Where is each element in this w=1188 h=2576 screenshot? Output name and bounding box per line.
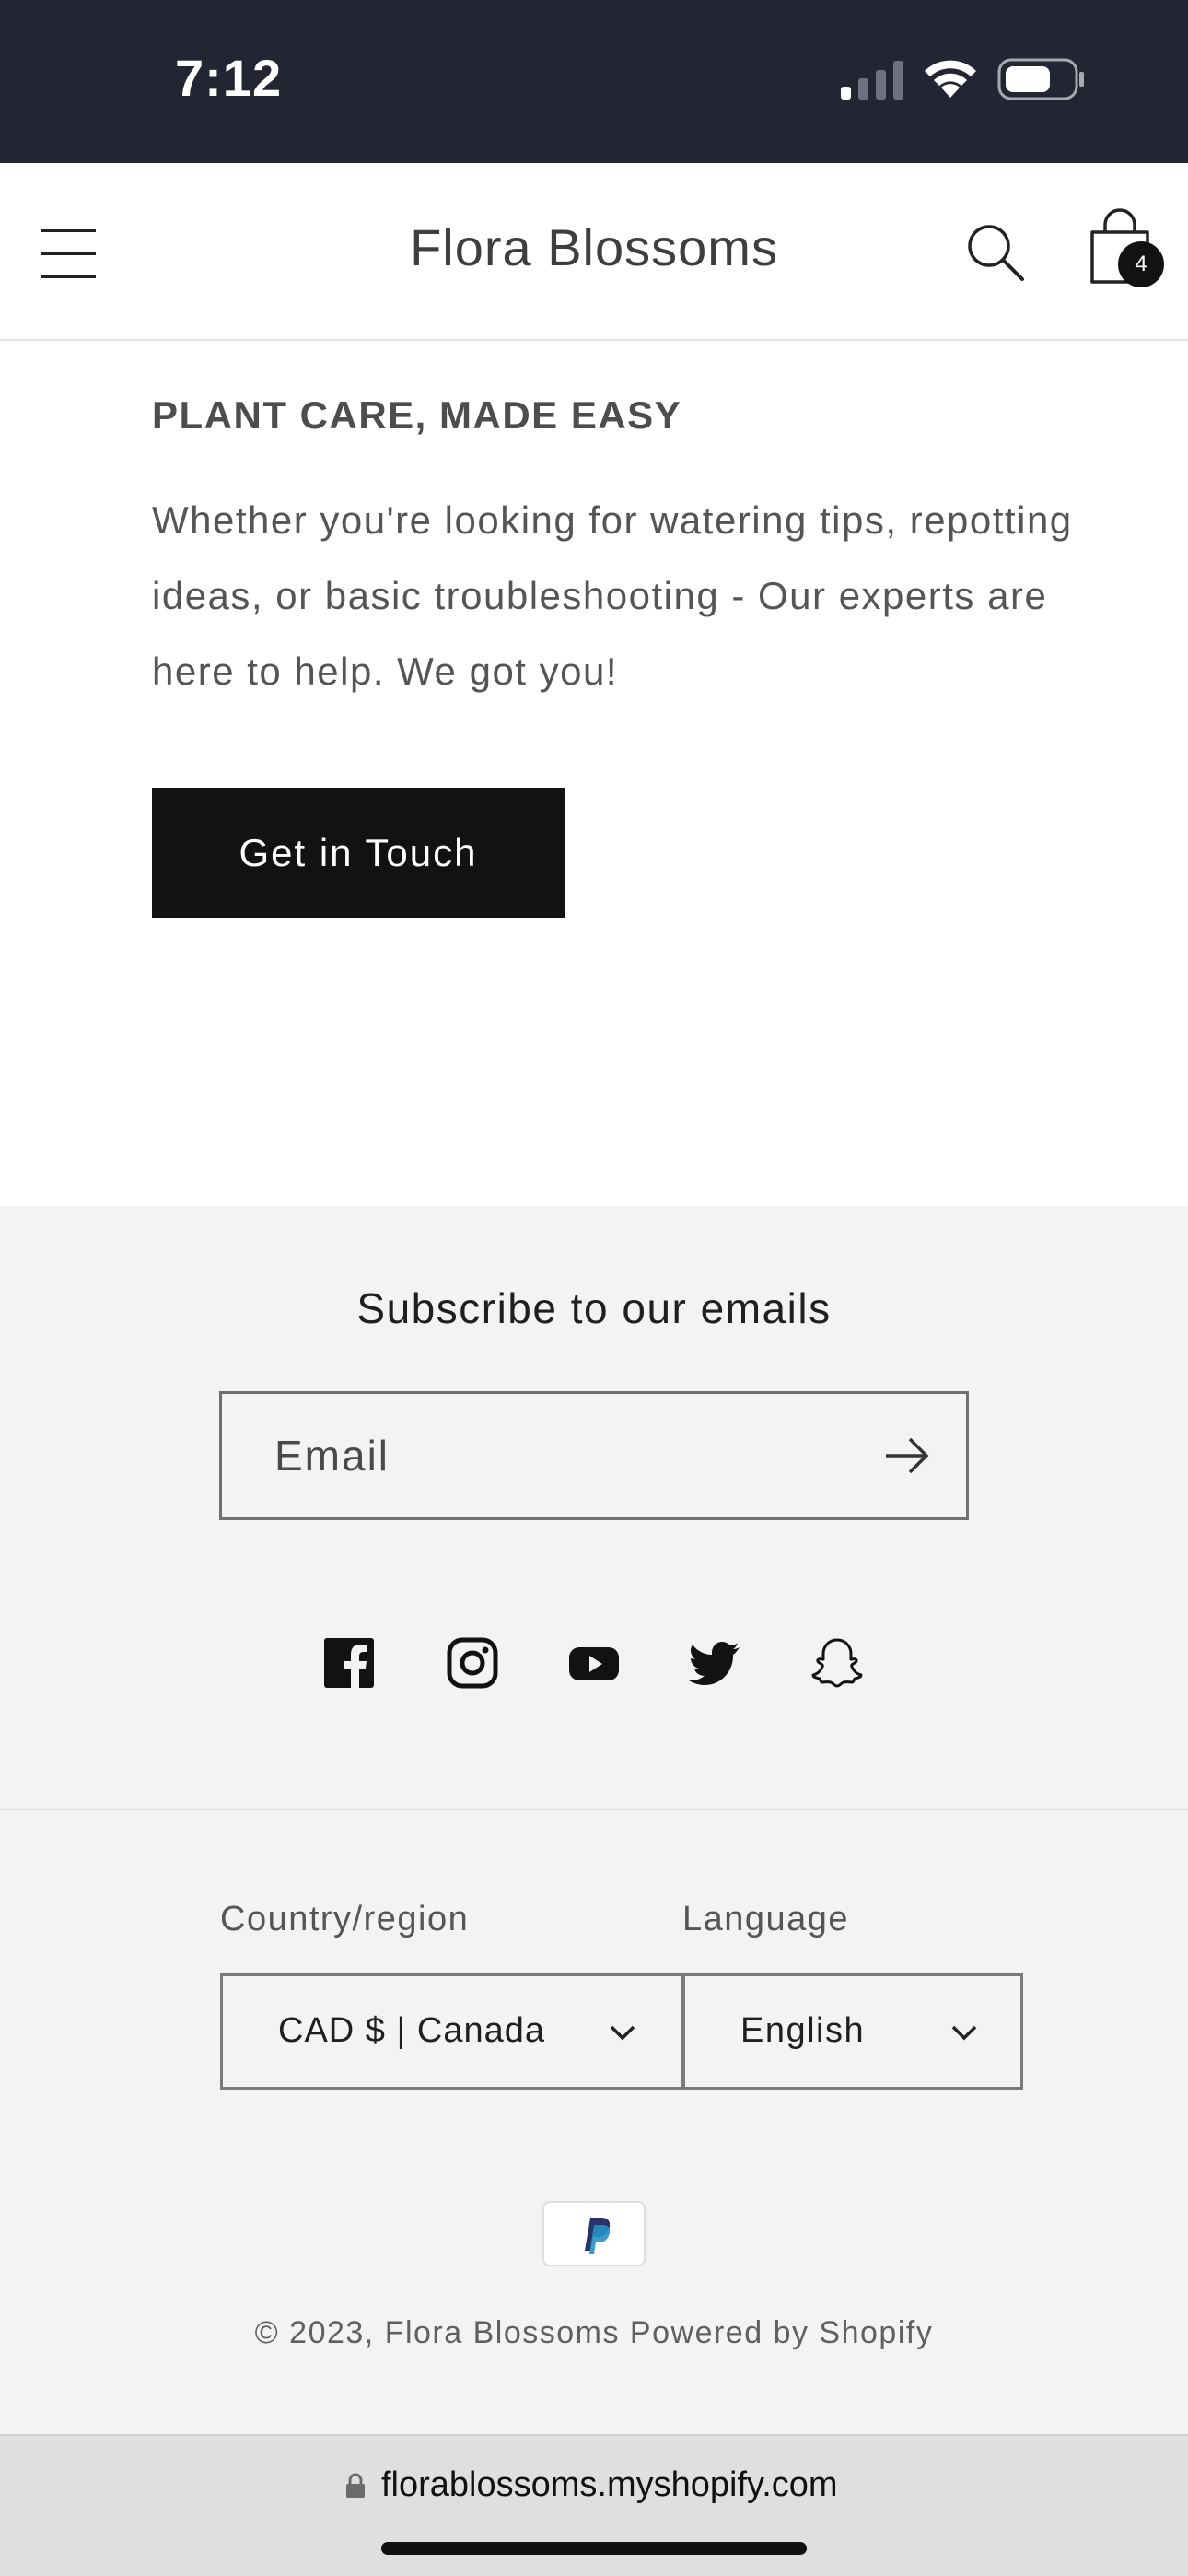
- snapchat-icon[interactable]: [810, 1636, 864, 1690]
- instagram-icon[interactable]: [446, 1636, 499, 1690]
- youtube-icon[interactable]: [567, 1636, 621, 1690]
- paypal-badge: [542, 2201, 646, 2266]
- arrow-right-icon[interactable]: [884, 1435, 930, 1476]
- cart-count-badge: 4: [1118, 241, 1164, 287]
- language-select-value: English: [740, 2011, 866, 2050]
- newsletter-title: Subscribe to our emails: [356, 1284, 832, 1332]
- get-in-touch-button[interactable]: Get in Touch: [152, 788, 565, 918]
- country-label: Country/region: [220, 1900, 470, 1938]
- paypal-icon: [585, 2217, 611, 2254]
- facebook-icon[interactable]: [322, 1636, 376, 1690]
- signal-icon: [841, 61, 903, 100]
- battery-icon: [997, 58, 1084, 100]
- chevron-down-icon: [610, 2025, 635, 2041]
- status-time: 7:12: [175, 49, 283, 107]
- chevron-down-icon: [951, 2025, 977, 2041]
- lock-icon: [346, 2473, 365, 2498]
- copyright-text: © 2023, Flora Blossoms Powered by Shopif…: [254, 2315, 934, 2350]
- language-label: Language: [682, 1900, 850, 1938]
- wifi-icon: [925, 60, 976, 98]
- url-text[interactable]: florablossoms.myshopify.com: [381, 2465, 838, 2505]
- section-heading: PLANT CARE, MADE EASY: [152, 393, 682, 437]
- section-text: Whether you're looking for watering tips…: [152, 498, 1073, 693]
- country-select-value: CAD $ | Canada: [278, 2011, 546, 2050]
- home-indicator: [381, 2542, 807, 2555]
- footer-divider: [0, 1809, 1188, 1810]
- search-icon[interactable]: [967, 224, 1024, 281]
- twitter-icon[interactable]: [689, 1636, 742, 1690]
- email-input[interactable]: [274, 1423, 827, 1488]
